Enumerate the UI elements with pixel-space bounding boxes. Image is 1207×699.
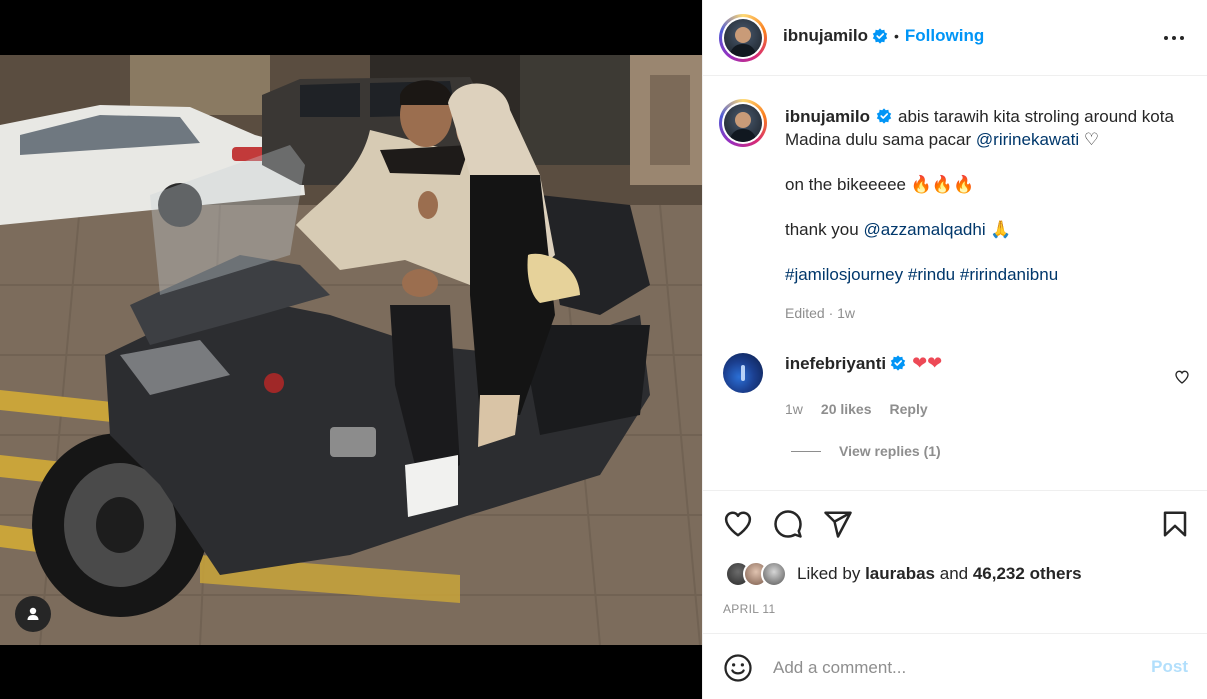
liked-by-others[interactable]: 46,232 others (973, 564, 1082, 584)
like-heart-icon[interactable] (723, 509, 753, 539)
hashtag-jamilosjourney[interactable]: #jamilosjourney (785, 265, 903, 284)
edited-meta: Edited · 1w (785, 305, 856, 321)
view-replies-button[interactable]: View replies (1) (791, 443, 941, 459)
caption-author-avatar[interactable] (719, 99, 767, 147)
comment-time: 1w (785, 401, 803, 417)
comment-likes-count[interactable]: 20 likes (821, 401, 872, 417)
liked-by-middle: and (939, 564, 969, 583)
post-side-panel: ibnujamilo • Following ibnujamilo abis t… (702, 0, 1207, 699)
caption-hashtags: #jamilosjourney #rindu #ririndanibnu (785, 263, 1195, 286)
liker-avatar (761, 561, 787, 587)
post-header: ibnujamilo • Following (703, 0, 1207, 76)
share-icon[interactable] (823, 509, 853, 539)
comment-input[interactable] (773, 654, 1133, 682)
more-options-icon[interactable] (1162, 28, 1186, 48)
hashtag-rindu[interactable]: #rindu (908, 265, 955, 284)
verified-badge-icon (876, 108, 892, 124)
post-photo[interactable] (0, 55, 702, 645)
caption-para3: thank you @azzamalqadhi 🙏 (785, 218, 1195, 241)
following-button[interactable]: Following (905, 26, 984, 46)
post-actions: Liked by laurabas and 46,232 others APRI… (703, 490, 1207, 632)
liked-by-user[interactable]: laurabas (865, 564, 935, 584)
emoji-icon[interactable] (723, 653, 753, 683)
header-user-row: ibnujamilo • Following (783, 26, 984, 46)
caption-bike-text: on the bikeeeee (785, 175, 906, 194)
caption-section: ibnujamilo abis tarawih kita stroling ar… (703, 77, 1207, 489)
photo-illustration (0, 55, 702, 645)
mention-azzamalqadhi[interactable]: @azzamalqadhi (863, 220, 985, 239)
verified-badge-icon (872, 28, 888, 44)
author-username[interactable]: ibnujamilo (783, 26, 868, 46)
caption-thanks-text: thank you (785, 220, 859, 239)
comment-body: inefebriyanti ❤❤ (785, 353, 1145, 374)
commenter-avatar[interactable] (723, 353, 763, 393)
commenter-username[interactable]: inefebriyanti (785, 354, 886, 373)
post-media (0, 0, 702, 699)
comment-icon[interactable] (773, 509, 803, 539)
comment-like-heart-icon[interactable] (1174, 369, 1190, 385)
caption-para2: on the bikeeeee 🔥🔥🔥 (785, 173, 1195, 196)
liked-by-prefix: Liked by (797, 564, 861, 583)
author-avatar[interactable] (719, 14, 767, 62)
save-bookmark-icon[interactable] (1160, 509, 1190, 539)
replies-divider (791, 450, 821, 452)
fire-emoji: 🔥🔥🔥 (910, 175, 975, 194)
caption-text: ibnujamilo abis tarawih kita stroling ar… (785, 105, 1195, 286)
likes-summary: Liked by laurabas and 46,232 others (725, 561, 1082, 587)
liker-avatars (725, 561, 791, 587)
post-comment-button[interactable]: Post (1151, 657, 1188, 677)
caption-heart: ♡ (1083, 130, 1100, 149)
add-comment-bar: Post (703, 633, 1207, 699)
view-replies-label: View replies (1) (839, 443, 941, 459)
verified-badge-icon (890, 355, 906, 371)
comment-text: ❤❤ (912, 353, 943, 373)
separator-dot: • (894, 28, 899, 44)
comment-actions: 1w 20 likes Reply (785, 401, 928, 417)
tagged-users-button[interactable] (15, 596, 51, 632)
pray-emoji: 🙏 (990, 220, 1012, 239)
reply-button[interactable]: Reply (890, 401, 928, 417)
hashtag-ririndanibnu[interactable]: #ririndanibnu (960, 265, 1058, 284)
user-icon (27, 607, 39, 620)
mention-ririnekawati[interactable]: @ririnekawati (976, 130, 1079, 149)
caption-username[interactable]: ibnujamilo (785, 107, 870, 126)
post-date: APRIL 11 (723, 602, 776, 616)
